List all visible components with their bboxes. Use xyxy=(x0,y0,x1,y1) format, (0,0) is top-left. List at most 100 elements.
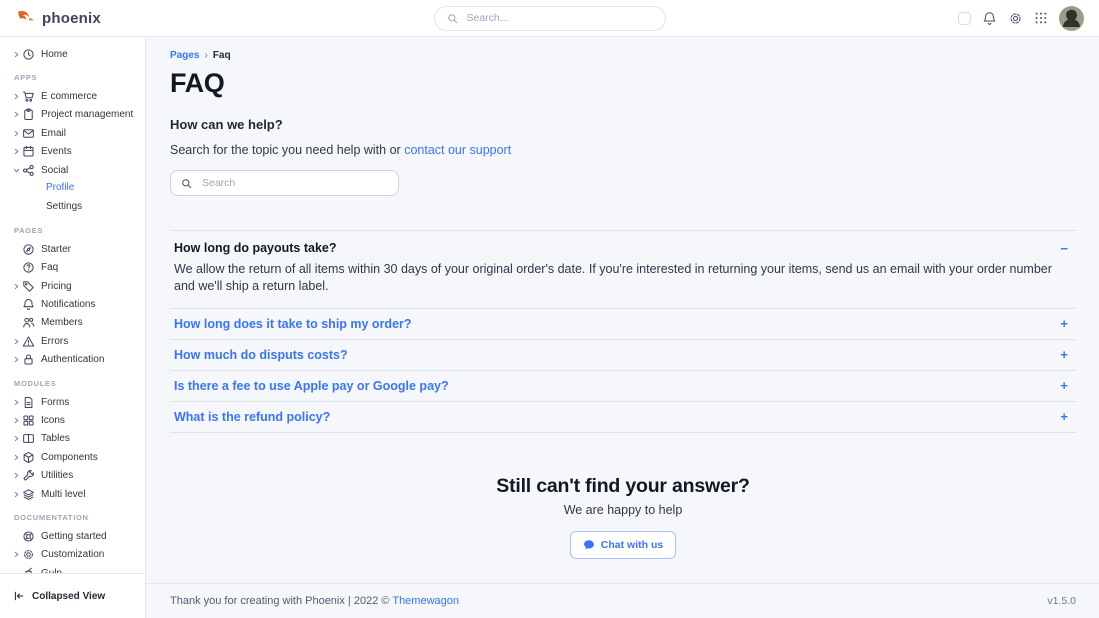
faq-question-text: How much do disputs costs? xyxy=(174,348,348,362)
settings-gear-icon[interactable] xyxy=(1008,11,1023,26)
brand-logo[interactable]: phoenix xyxy=(15,8,101,29)
faq-question[interactable]: Is there a fee to use Apple pay or Googl… xyxy=(170,371,1076,401)
sidebar-item-getting-started[interactable]: Getting started xyxy=(0,527,145,545)
caret-icon xyxy=(13,551,22,558)
apps-grid-icon[interactable] xyxy=(1034,11,1048,25)
main-content: Pages › Faq FAQ How can we help? Search … xyxy=(146,37,1099,618)
gear-icon xyxy=(22,548,35,561)
faq-question-text: How long do payouts take? xyxy=(174,241,337,255)
users-icon xyxy=(22,316,35,329)
sidebar-item-forms[interactable]: Forms xyxy=(0,393,145,411)
faq-question-text: Is there a fee to use Apple pay or Googl… xyxy=(174,379,449,393)
expand-plus-icon[interactable]: + xyxy=(1060,379,1068,392)
sidebar-section-label: PAGES xyxy=(0,216,145,240)
sidebar-item-faq[interactable]: Faq xyxy=(0,259,145,277)
footer-version: v1.5.0 xyxy=(1047,595,1076,607)
faq-item[interactable]: What is the refund policy?+ xyxy=(170,401,1076,432)
grid-icon xyxy=(22,414,35,427)
caret-icon xyxy=(13,93,22,100)
warning-icon xyxy=(22,335,35,348)
top-navbar: phoenix xyxy=(0,0,1099,37)
bell-icon xyxy=(22,298,35,311)
sidebar-item-project-management[interactable]: Project management xyxy=(0,106,145,124)
faq-item[interactable]: How much do disputs costs? + xyxy=(170,339,1076,370)
faq-question[interactable]: How much do disputs costs? + xyxy=(170,340,1076,370)
mail-icon xyxy=(22,127,35,140)
sidebar-item-members[interactable]: Members xyxy=(0,314,145,332)
sidebar-nav: HomeAPPSE commerceProject managementEmai… xyxy=(0,37,145,582)
chat-button-label: Chat with us xyxy=(601,539,663,551)
cart-icon xyxy=(22,90,35,103)
cta-title: Still can't find your answer? xyxy=(170,475,1076,498)
caret-icon xyxy=(13,338,22,345)
faq-item[interactable]: How long does it take to ship my order? + xyxy=(170,308,1076,339)
sidebar-subitem-profile[interactable]: Profile xyxy=(0,179,145,197)
sidebar-item-customization[interactable]: Customization xyxy=(0,546,145,564)
sidebar-item-errors[interactable]: Errors xyxy=(0,332,145,350)
cta-subtitle: We are happy to help xyxy=(170,503,1076,517)
sidebar-item-multi-level[interactable]: Multi level xyxy=(0,485,145,503)
breadcrumb: Pages › Faq xyxy=(170,50,1076,61)
sidebar-footer: Collapsed View xyxy=(0,573,145,618)
theme-toggle[interactable] xyxy=(958,12,971,25)
faq-search-input[interactable] xyxy=(200,176,388,190)
expand-plus-icon[interactable]: + xyxy=(1060,410,1068,423)
user-avatar[interactable] xyxy=(1059,6,1084,31)
breadcrumb-pages-link[interactable]: Pages xyxy=(170,50,199,61)
tag-icon xyxy=(22,280,35,293)
sidebar-item-pricing[interactable]: Pricing xyxy=(0,277,145,295)
expand-plus-icon[interactable]: + xyxy=(1060,317,1068,330)
sidebar-item-home[interactable]: Home xyxy=(0,45,145,63)
chat-with-us-button[interactable]: Chat with us xyxy=(570,531,676,559)
lifering-icon xyxy=(22,530,35,543)
footer-text: Thank you for creating with Phoenix | 20… xyxy=(170,595,389,607)
lock-icon xyxy=(22,353,35,366)
sidebar-item-social[interactable]: Social xyxy=(0,161,145,179)
caret-icon xyxy=(13,356,22,363)
sidebar-section-label: APPS xyxy=(0,63,145,87)
file-icon xyxy=(22,396,35,409)
share-icon xyxy=(22,164,35,177)
sidebar-item-starter[interactable]: Starter xyxy=(0,240,145,258)
sidebar-subitem-settings[interactable]: Settings xyxy=(0,198,145,216)
help-heading: How can we help? xyxy=(170,117,1076,132)
sidebar-item-email[interactable]: Email xyxy=(0,124,145,142)
notifications-bell-icon[interactable] xyxy=(982,11,997,26)
breadcrumb-current: Faq xyxy=(213,50,231,61)
compass-icon xyxy=(22,243,35,256)
search-icon xyxy=(447,13,458,24)
themewagon-link[interactable]: Themewagon xyxy=(392,595,459,607)
collapse-minus-icon[interactable]: − xyxy=(1060,242,1068,255)
faq-item[interactable]: How long do payouts take? − We allow the r… xyxy=(170,230,1076,308)
page-title: FAQ xyxy=(170,68,1076,99)
caret-icon xyxy=(13,111,22,118)
faq-question[interactable]: How long does it take to ship my order? + xyxy=(170,309,1076,339)
phoenix-logo-icon xyxy=(15,8,36,29)
sidebar-section-label: DOCUMENTATION xyxy=(0,503,145,527)
sidebar-item-icons[interactable]: Icons xyxy=(0,411,145,429)
faq-question[interactable]: How long do payouts take? − xyxy=(170,231,1076,259)
footer-credit: Thank you for creating with Phoenix | 20… xyxy=(170,595,459,607)
contact-support-link[interactable]: contact our support xyxy=(404,143,511,157)
sidebar-item-authentication[interactable]: Authentication xyxy=(0,350,145,368)
brand-name: phoenix xyxy=(42,10,101,27)
clipboard-icon xyxy=(22,108,35,121)
sidebar-item-tables[interactable]: Tables xyxy=(0,430,145,448)
sidebar-item-utilities[interactable]: Utilities xyxy=(0,466,145,484)
sidebar-item-events[interactable]: Events xyxy=(0,143,145,161)
sidebar-item-components[interactable]: Components xyxy=(0,448,145,466)
sidebar-item-e-commerce[interactable]: E commerce xyxy=(0,87,145,105)
footer: Thank you for creating with Phoenix | 20… xyxy=(146,583,1099,618)
chat-bubble-icon xyxy=(583,539,595,551)
faq-answer: We allow the return of all items within … xyxy=(170,259,1076,308)
layers-icon xyxy=(22,488,35,501)
top-search-input[interactable] xyxy=(465,11,653,25)
collapsed-view-button[interactable]: Collapsed View xyxy=(13,590,105,602)
faq-question[interactable]: What is the refund policy?+ xyxy=(170,402,1076,432)
faq-item[interactable]: Is there a fee to use Apple pay or Googl… xyxy=(170,370,1076,401)
sidebar-item-notifications[interactable]: Notifications xyxy=(0,295,145,313)
faq-question-text: How long does it take to ship my order? xyxy=(174,317,412,331)
caret-icon xyxy=(13,472,22,479)
expand-plus-icon[interactable]: + xyxy=(1060,348,1068,361)
search-icon xyxy=(181,178,192,189)
